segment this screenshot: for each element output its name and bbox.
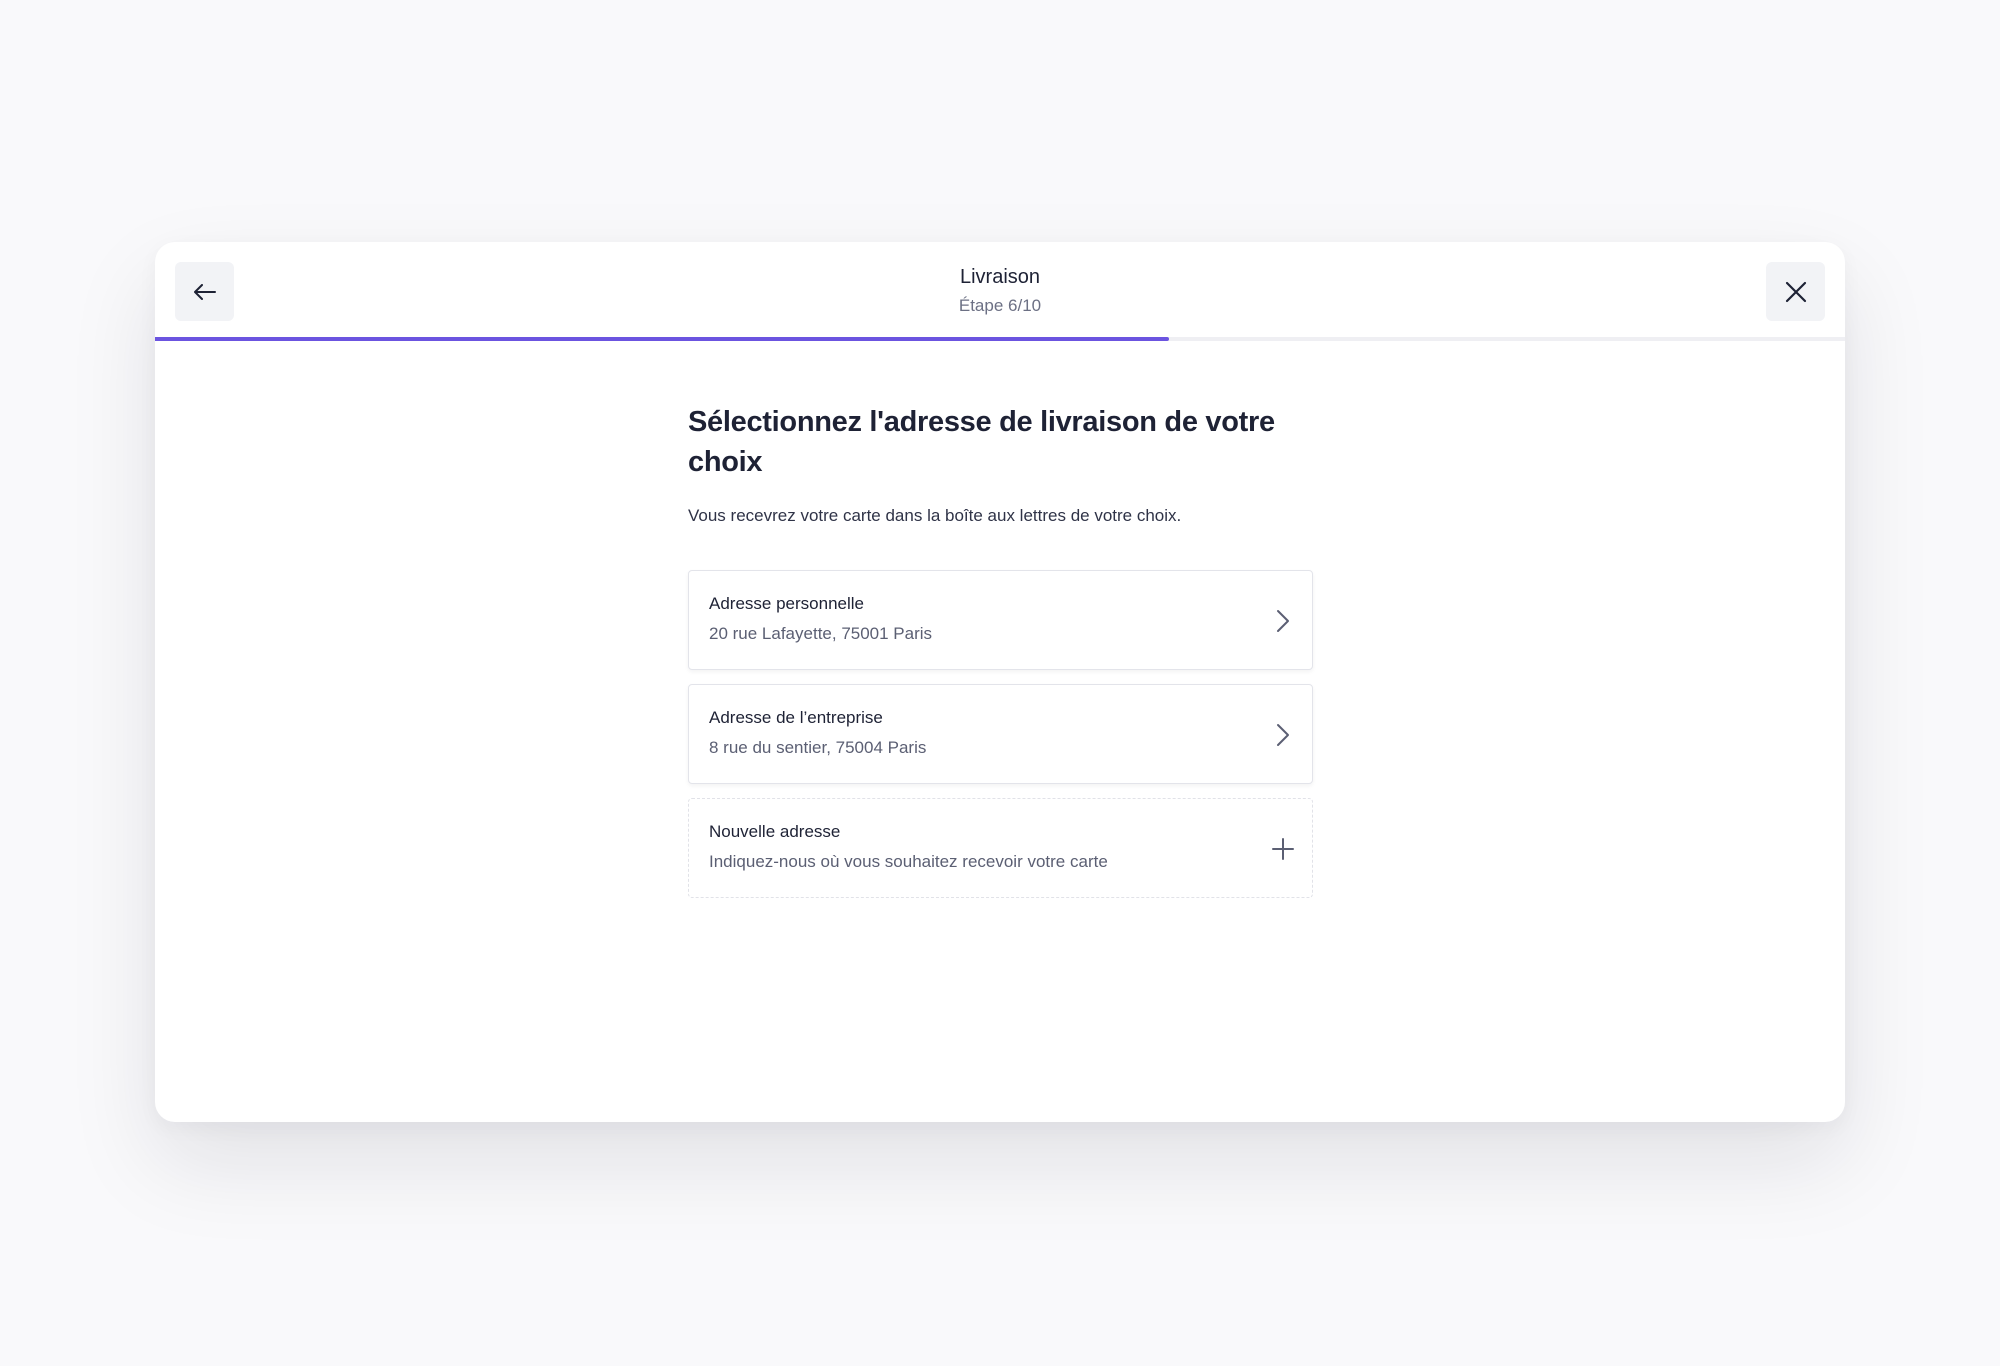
delivery-modal: Livraison Étape 6/10 Sélectionnez l'adre… xyxy=(155,242,1845,1122)
page-title: Sélectionnez l'adresse de livraison de v… xyxy=(688,406,1275,478)
option-title: Adresse de l’entreprise xyxy=(709,708,883,727)
main-content: Sélectionnez l'adresse de livraison de v… xyxy=(688,402,1313,912)
progress-bar-fill xyxy=(155,337,1169,341)
option-title: Adresse personnelle xyxy=(709,594,864,613)
chevron-right-icon xyxy=(1272,723,1294,747)
page-subtitle: Vous recevrez votre carte dans la boîte … xyxy=(688,506,1182,525)
option-description: 20 rue Lafayette, 75001 Paris xyxy=(709,624,933,643)
step-indicator: Étape 6/10 xyxy=(958,296,1042,315)
progress-bar xyxy=(155,337,1845,341)
plus-icon xyxy=(1272,837,1294,861)
option-title: Nouvelle adresse xyxy=(709,822,841,841)
new-address-option[interactable]: Nouvelle adresse Indiquez-nous où vous s… xyxy=(688,798,1313,898)
company-address-option[interactable]: Adresse de l’entreprise 8 rue du sentier… xyxy=(688,684,1313,784)
option-description: 8 rue du sentier, 75004 Paris xyxy=(709,738,927,757)
personal-address-option[interactable]: Adresse personnelle 20 rue Lafayette, 75… xyxy=(688,570,1313,670)
close-button[interactable] xyxy=(1766,262,1825,321)
close-icon xyxy=(1785,281,1806,302)
chevron-right-icon xyxy=(1272,609,1294,633)
modal-header: Livraison Étape 6/10 xyxy=(155,242,1845,342)
header-title: Livraison xyxy=(959,266,1041,288)
address-options-list: Adresse personnelle 20 rue Lafayette, 75… xyxy=(688,570,1313,898)
option-description: Indiquez-nous où vous souhaitez recevoir… xyxy=(709,852,1108,871)
